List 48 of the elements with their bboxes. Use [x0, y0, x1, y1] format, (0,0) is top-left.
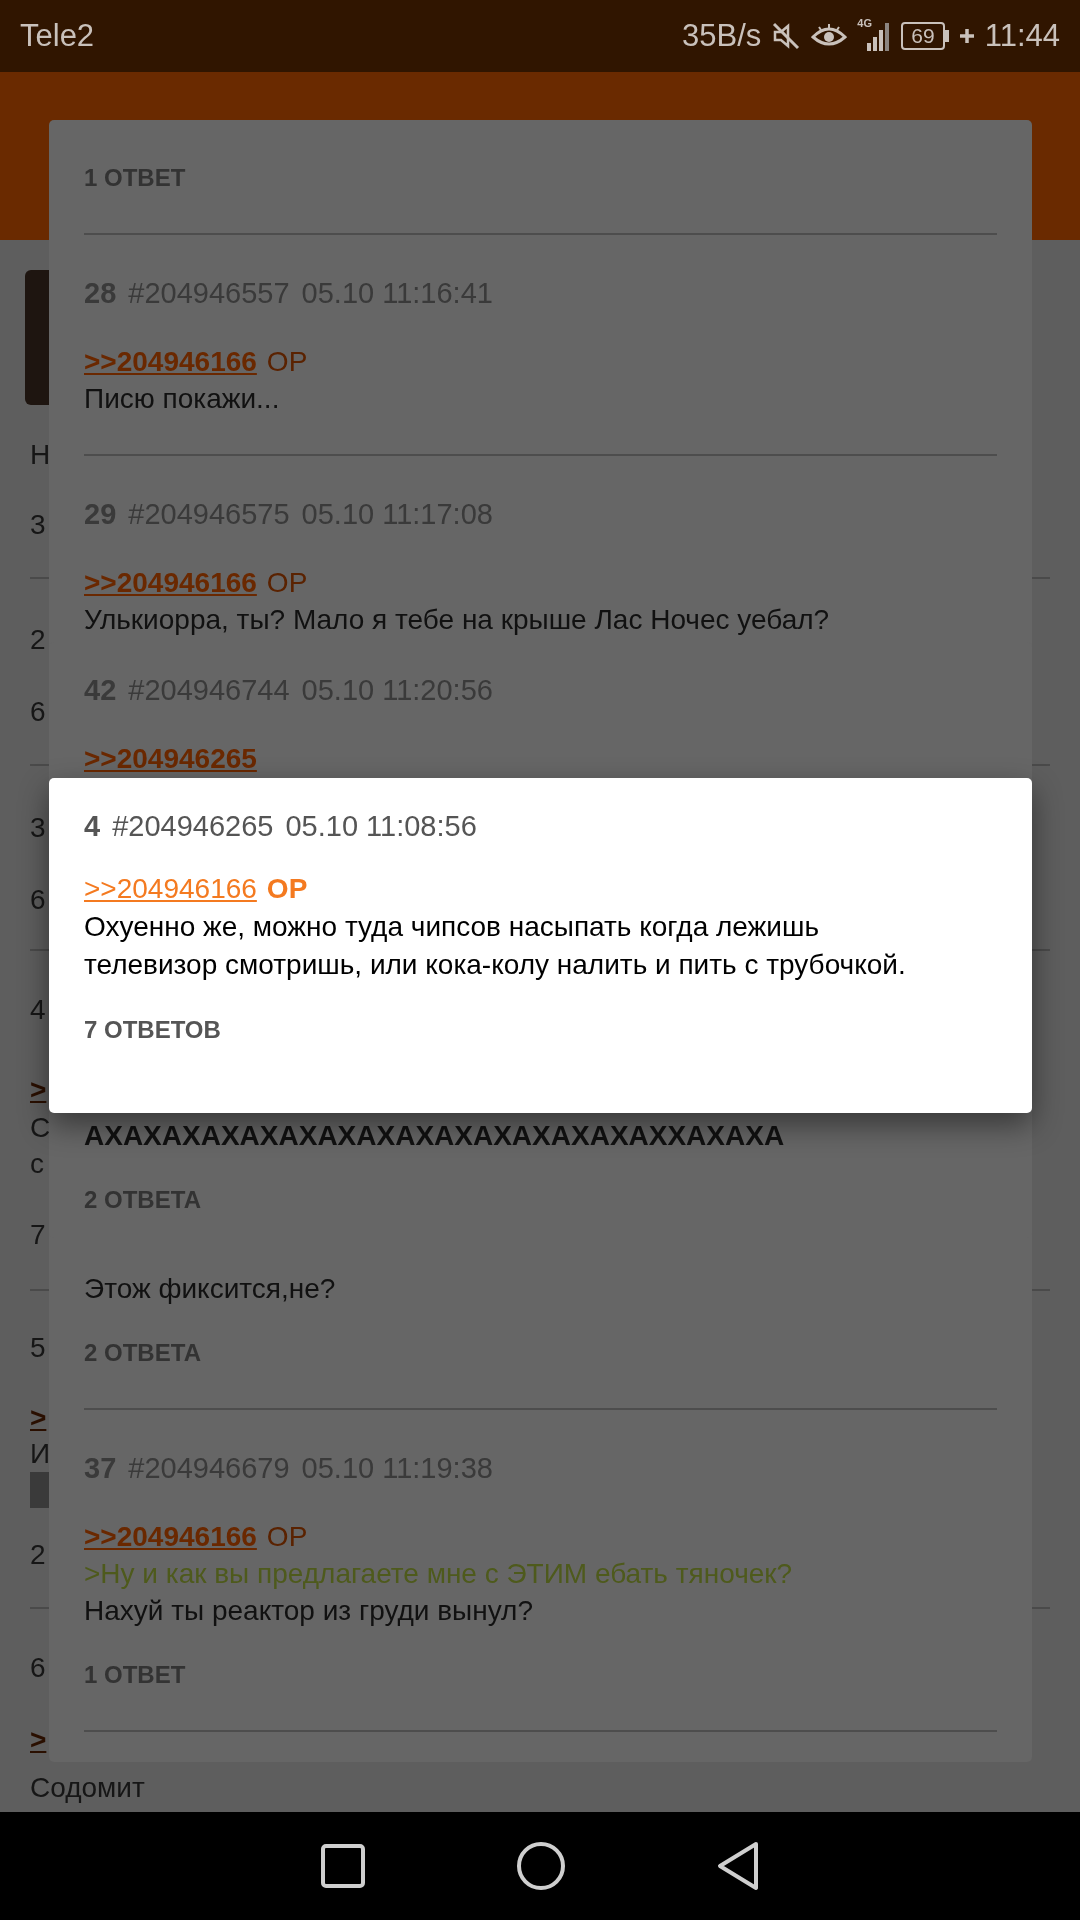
home-icon[interactable]	[516, 1841, 566, 1891]
post-text: Писю покажи...	[84, 382, 281, 416]
post-text: Нахуй ты реактор из груди вынул?	[84, 1594, 534, 1628]
post-text: 2	[30, 1538, 46, 1572]
post-text: АХАХАХАХАХАХАХАХАХАХАХАХАХАХАХХАХАХА	[84, 1119, 786, 1153]
network-type: 4G	[857, 17, 873, 29]
op-label: OP	[266, 566, 308, 600]
battery-level: 69	[901, 22, 945, 50]
reply-link[interactable]: >	[30, 1072, 47, 1108]
replies-link[interactable]: 7 ОТВЕТОВ	[84, 1012, 221, 1048]
post-text: С	[30, 1111, 51, 1145]
post-text: Улькиорра, ты? Мало я тебе на крыше Лас Ночес уебал?	[84, 603, 831, 637]
network-speed: 35B/s	[682, 18, 762, 54]
post-text: Охуенно же, можно туда чипсов насыпать когда лежишь телевизор смотришь, или кока-колу налить и пить с трубочкой.	[84, 910, 907, 982]
carrier-name: Tele2	[20, 18, 95, 54]
op-label: OP	[266, 345, 308, 379]
post-number: 4	[84, 809, 101, 844]
post-text: 2	[30, 623, 46, 657]
post-date: 05.10 11:08:56	[285, 809, 477, 844]
mute-icon	[771, 21, 802, 51]
reply-link[interactable]: >	[30, 1722, 47, 1758]
quote-text: >Ну и как вы предлагаете мне с ЭТИМ ебать тяночек?	[84, 1557, 794, 1591]
reply-link[interactable]: >	[30, 1400, 47, 1436]
op-label: OP	[266, 1520, 308, 1554]
post-text: 6	[30, 883, 46, 917]
clock: 11:44	[984, 18, 1060, 54]
reply-link[interactable]: >>204946265	[84, 740, 257, 777]
post-text: Содомит	[30, 1771, 145, 1805]
post-text: 4	[30, 993, 46, 1027]
reply-link[interactable]: >>204946166	[84, 870, 257, 908]
post-text: Н	[30, 438, 51, 472]
post-text: Этож фиксится,не?	[84, 1272, 337, 1306]
back-icon[interactable]	[716, 1841, 760, 1891]
recent-apps-icon[interactable]	[320, 1843, 366, 1889]
post-id[interactable]: #204946265	[112, 808, 274, 844]
post-text: 3	[30, 508, 46, 542]
post-text: 7	[30, 1218, 46, 1252]
post-text: с	[30, 1147, 44, 1181]
reply-link[interactable]: >>204946166	[84, 1518, 257, 1555]
post-text: 5	[30, 1331, 46, 1365]
reply-link[interactable]: >>204946166	[84, 343, 257, 380]
post-text: 6	[30, 1651, 46, 1685]
op-label: OP	[266, 872, 308, 906]
reply-link[interactable]: >>204946166	[84, 564, 257, 601]
charging-icon	[958, 28, 975, 44]
post-text: И	[30, 1437, 51, 1471]
post-text: 3	[30, 811, 46, 845]
post-text: 6	[30, 695, 46, 729]
